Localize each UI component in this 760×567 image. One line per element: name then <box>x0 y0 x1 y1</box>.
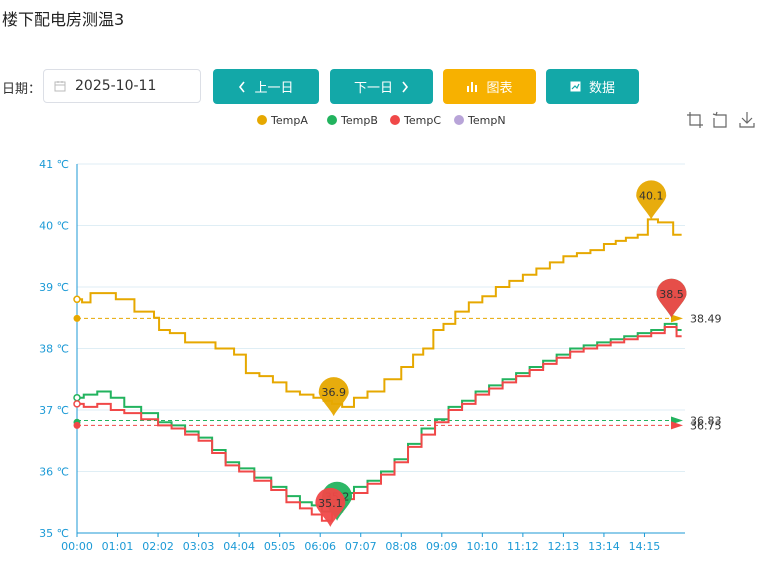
x-tick-label: 09:09 <box>426 540 458 553</box>
x-tick-label: 04:04 <box>223 540 255 553</box>
legend-marker-tempb <box>327 115 337 125</box>
min-pin-label-tempc: 35.1 <box>318 497 343 510</box>
series-start-dot-tempa <box>73 314 81 322</box>
max-pin-label-tempc: 38.5 <box>659 288 684 301</box>
y-tick-label: 41 ℃ <box>39 158 69 171</box>
legend-marker-tempc <box>390 115 400 125</box>
x-tick-label: 07:07 <box>345 540 377 553</box>
average-label-tempc: 36.75 <box>690 419 722 432</box>
x-tick-label: 06:06 <box>304 540 336 553</box>
y-tick-label: 40 ℃ <box>39 220 69 233</box>
x-tick-label: 02:02 <box>142 540 174 553</box>
y-tick-label: 35 ℃ <box>39 527 69 540</box>
max-pin-label-tempa: 40.1 <box>639 189 664 202</box>
average-label-tempa: 38.49 <box>690 312 722 325</box>
average-arrow-tempa <box>671 314 683 323</box>
series-point-tempb <box>73 393 81 402</box>
series-point-tempa <box>73 295 81 304</box>
legend-label-tempc: TempC <box>403 114 441 127</box>
x-tick-label: 12:13 <box>548 540 580 553</box>
x-tick-label: 10:10 <box>466 540 498 553</box>
legend-label-tempb: TempB <box>340 114 378 127</box>
y-tick-label: 36 ℃ <box>39 466 69 479</box>
legend-label-tempn: TempN <box>467 114 506 127</box>
y-tick-label: 37 ℃ <box>39 404 69 417</box>
series-line-tempc <box>77 325 682 522</box>
x-tick-label: 03:03 <box>183 540 215 553</box>
temperature-chart: 35 ℃ 36 ℃ 37 ℃ 38 ℃ 39 ℃ 40 ℃ 41 ℃ 00:00 01:01 02… <box>39 114 722 553</box>
x-tick-label: 00:00 <box>61 540 93 553</box>
series-point-tempc <box>73 400 81 408</box>
y-tick-label: 39 ℃ <box>39 281 69 294</box>
min-pin-label-tempa: 36.9 <box>321 386 346 399</box>
legend-label-tempa: TempA <box>270 114 308 127</box>
x-tick-label: 01:01 <box>102 540 134 553</box>
x-tick-label: 13:14 <box>588 540 620 553</box>
x-tick-label: 08:08 <box>385 540 417 553</box>
x-tick-label: 05:05 <box>264 540 296 553</box>
y-tick-label: 38 ℃ <box>39 343 69 356</box>
average-arrow-tempc <box>671 421 683 430</box>
series-line-tempa <box>77 218 682 408</box>
x-tick-label: 11:12 <box>507 540 539 553</box>
x-tick-label: 14:15 <box>629 540 661 553</box>
legend-marker-tempn <box>454 115 464 125</box>
legend-marker-tempa <box>257 115 267 125</box>
series-start-dot-tempc <box>73 421 81 429</box>
